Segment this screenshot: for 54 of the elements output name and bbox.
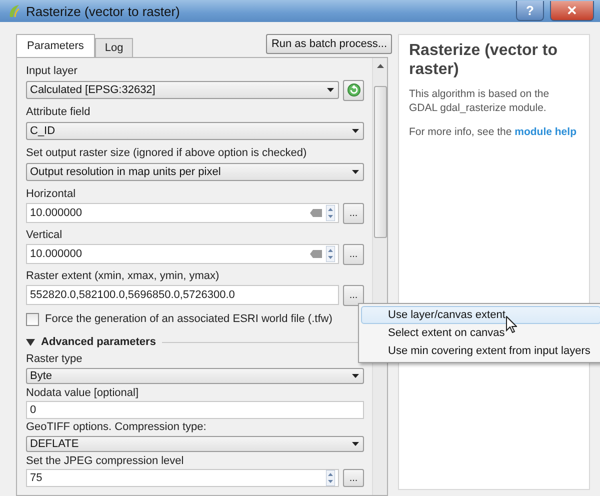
field-label: GeoTIFF options. Compression type:	[26, 420, 208, 435]
dropdown-arrow-icon	[352, 442, 359, 446]
checkbox[interactable]	[26, 312, 39, 326]
menu-item[interactable]: Use min covering extent from input layers	[361, 342, 600, 360]
browse-button[interactable]: ...	[343, 469, 364, 487]
browse-button[interactable]: ...	[343, 284, 364, 306]
dropdown[interactable]: DEFLATE	[26, 436, 364, 452]
input-field[interactable]: 0	[26, 401, 364, 419]
menu-item[interactable]: Select extent on canvas	[361, 324, 600, 342]
module-help-link[interactable]: module help	[514, 126, 576, 138]
refresh-button[interactable]	[343, 80, 364, 100]
field-label: Set output raster size (ignored if above option is checked)	[26, 146, 308, 161]
dropdown[interactable]: Calculated [EPSG:32632]	[26, 81, 339, 99]
field-label: Raster type	[26, 352, 84, 367]
spin-box[interactable]: 10.000000	[26, 203, 339, 223]
tab[interactable]: Log	[94, 38, 134, 57]
menu-item[interactable]: Use layer/canvas extent	[361, 306, 600, 324]
spinner-arrows-icon[interactable]	[326, 470, 335, 486]
clear-icon[interactable]	[310, 250, 322, 258]
spin-box[interactable]: 10.000000	[26, 244, 339, 264]
help-title: Rasterize (vector to raster)	[409, 41, 558, 79]
dropdown-arrow-icon	[352, 374, 359, 378]
field-label: Vertical	[26, 228, 64, 243]
spinner-arrows-icon[interactable]	[326, 246, 335, 262]
dropdown-arrow-icon	[327, 88, 334, 92]
app-logo-icon	[8, 4, 20, 18]
field-label: Horizontal	[26, 187, 77, 202]
dropdown[interactable]: C_ID	[26, 122, 364, 140]
field-label: Set the JPEG compression level	[26, 454, 185, 469]
section-header[interactable]: Advanced parameters	[41, 336, 156, 348]
refresh-icon	[346, 83, 360, 97]
spinner-arrows-icon[interactable]	[326, 205, 335, 221]
input-field[interactable]: 552820.0,582100.0,5696850.0,5726300.0	[26, 285, 339, 305]
mouse-cursor-icon	[506, 316, 517, 333]
scroll-up-arrow-icon[interactable]	[376, 64, 384, 68]
tab[interactable]: Parameters	[16, 34, 95, 57]
collapse-arrow-icon[interactable]	[26, 338, 35, 346]
help-description: This algorithm is based on the GDAL gdal_rasterize module.	[409, 87, 550, 115]
checkbox-label: Force the generation of an associated ESRI world file (.tfw)	[45, 313, 332, 325]
dropdown-arrow-icon	[352, 170, 359, 174]
help-more-info: For more info, see the module help	[409, 125, 578, 139]
field-label: Attribute field	[26, 105, 92, 120]
field-label: Nodata value [optional]	[26, 386, 140, 401]
spin-box[interactable]: 75	[26, 469, 339, 487]
browse-button[interactable]: ...	[343, 244, 364, 264]
field-label: Raster extent (xmin, xmax, ymin, ymax)	[26, 269, 220, 284]
field-label: Input layer	[26, 64, 78, 79]
dropdown-arrow-icon	[352, 129, 359, 133]
dropdown[interactable]: Output resolution in map units per pixel	[26, 163, 364, 181]
browse-button[interactable]: ...	[343, 202, 364, 224]
window-title: Rasterize (vector to raster)	[26, 4, 180, 18]
dropdown[interactable]: Byte	[26, 368, 364, 384]
batch-button[interactable]: Run as batch process...	[266, 34, 392, 54]
clear-icon[interactable]	[310, 209, 322, 217]
